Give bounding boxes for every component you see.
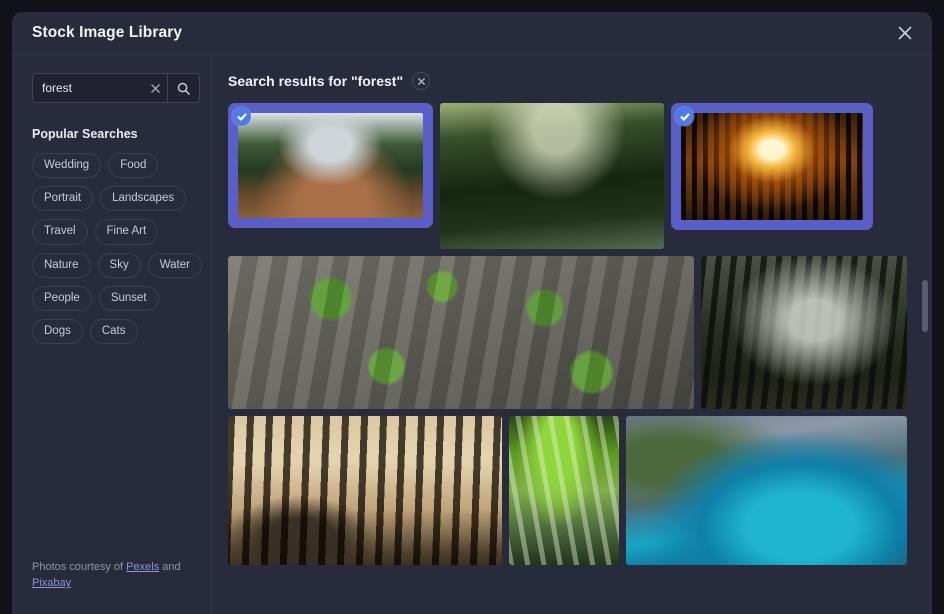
results-heading: Search results for "forest" bbox=[228, 73, 404, 89]
tag-landscapes[interactable]: Landscapes bbox=[100, 186, 187, 212]
image-card[interactable] bbox=[626, 416, 907, 565]
tag-portrait[interactable]: Portrait bbox=[32, 186, 94, 212]
clear-results-icon[interactable] bbox=[412, 72, 431, 90]
modal-header: Stock Image Library bbox=[12, 12, 932, 55]
image-card[interactable] bbox=[228, 256, 694, 409]
scrollbar-thumb[interactable] bbox=[922, 280, 928, 332]
image-thumbnail bbox=[228, 416, 502, 565]
results-header: Search results for "forest" bbox=[228, 55, 932, 100]
results-scroll-area bbox=[228, 100, 932, 614]
page-title: Stock Image Library bbox=[32, 24, 183, 41]
image-thumbnail bbox=[701, 256, 907, 409]
tag-travel[interactable]: Travel bbox=[32, 219, 88, 245]
credit-middle: and bbox=[159, 561, 181, 574]
sidebar: Popular Searches WeddingFood PortraitLand… bbox=[12, 55, 212, 614]
photo-credit: Photos courtesy of Pexels and Pixabay bbox=[32, 560, 192, 614]
image-thumbnail bbox=[509, 416, 619, 565]
modal-body: Popular Searches WeddingFood PortraitLand… bbox=[12, 55, 932, 614]
image-row bbox=[228, 103, 914, 249]
image-thumbnail bbox=[681, 113, 863, 220]
search-input[interactable] bbox=[33, 74, 143, 102]
close-icon-glyph bbox=[898, 26, 912, 40]
check-icon bbox=[675, 107, 694, 126]
results-pane: Search results for "forest" bbox=[212, 55, 932, 614]
pexels-link[interactable]: Pexels bbox=[126, 561, 159, 573]
image-card[interactable] bbox=[228, 416, 502, 565]
tag-sky[interactable]: Sky bbox=[97, 252, 141, 278]
check-icon bbox=[232, 107, 251, 126]
search-icon-glyph bbox=[177, 82, 190, 95]
image-thumbnail bbox=[626, 416, 907, 565]
pixabay-link[interactable]: Pixabay bbox=[32, 577, 71, 589]
tag-people[interactable]: People bbox=[32, 285, 92, 312]
image-card-selected[interactable] bbox=[671, 103, 873, 230]
image-card[interactable] bbox=[701, 256, 907, 409]
tag-water[interactable]: Water bbox=[147, 252, 202, 278]
popular-searches-label: Popular Searches bbox=[32, 127, 138, 141]
tag-food[interactable]: Food bbox=[108, 153, 159, 179]
search-icon[interactable] bbox=[167, 74, 199, 102]
image-grid bbox=[228, 100, 914, 565]
stock-image-library-modal: Stock Image Library forest Popular Searc… bbox=[12, 12, 932, 614]
close-icon-glyph bbox=[150, 83, 160, 93]
image-card[interactable] bbox=[440, 103, 664, 249]
image-thumbnail bbox=[440, 103, 664, 249]
tag-fine-art[interactable]: Fine Art bbox=[94, 219, 159, 245]
image-thumbnail bbox=[238, 113, 423, 218]
popular-search-tags: Wedding Food Portrait Landscapes Travel Fine … bbox=[32, 153, 208, 345]
image-card[interactable] bbox=[509, 416, 619, 565]
image-row bbox=[228, 416, 914, 565]
tag-wedding[interactable]: Wedding bbox=[32, 153, 102, 179]
close-icon-glyph bbox=[417, 77, 425, 85]
image-card-selected[interactable] bbox=[228, 103, 433, 228]
tag-dogs[interactable]: Dogs bbox=[32, 319, 83, 345]
tag-cats[interactable]: Cats bbox=[89, 319, 138, 345]
image-thumbnail bbox=[228, 256, 694, 409]
clear-search-icon[interactable] bbox=[143, 74, 167, 102]
close-icon[interactable] bbox=[890, 18, 920, 48]
image-row bbox=[228, 256, 914, 409]
credit-prefix: Photos courtesy of bbox=[32, 561, 127, 574]
results-scrollbar[interactable] bbox=[922, 55, 928, 614]
tag-nature[interactable]: Nature bbox=[32, 252, 91, 278]
search-bar bbox=[32, 73, 200, 103]
tag-sunset[interactable]: Sunset bbox=[98, 285, 159, 312]
